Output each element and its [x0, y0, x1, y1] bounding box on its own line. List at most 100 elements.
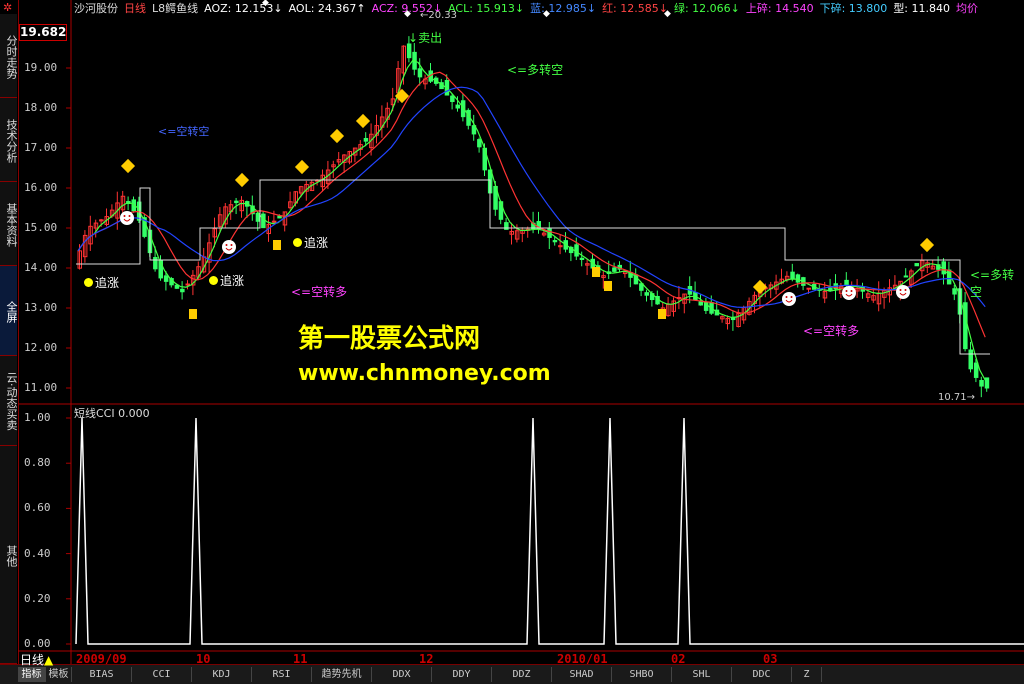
warning-icon [189, 309, 197, 319]
candle-body [180, 288, 185, 293]
smiley-eye [785, 296, 788, 298]
yellow-dot-icon [84, 278, 93, 287]
indicator-tab-10[interactable]: SHAD [552, 667, 612, 682]
indicator-tab-3[interactable]: CCI [132, 667, 192, 682]
candle-body [417, 68, 423, 78]
indicator-tab-2[interactable]: BIAS [72, 667, 132, 682]
diamond-signal-icon [329, 128, 345, 144]
y-tick-label: 17.00 [24, 141, 58, 154]
indicator-tab-6[interactable]: 趋势先机 [312, 667, 372, 682]
candle-body [612, 267, 617, 272]
indicator-tab-13[interactable]: DDC [732, 667, 792, 682]
sub-y-tick-label: 0.20 [24, 591, 51, 605]
yellow-dot-icon [293, 238, 302, 247]
sub-y-tick-label: 0.60 [24, 501, 51, 515]
indicator-tab-0[interactable]: 指标 [18, 667, 46, 682]
y-tick-label: 11.00 [24, 381, 58, 394]
candle-body [952, 288, 957, 295]
sub-y-tick-label: 0.40 [24, 546, 51, 560]
diamond-signal-icon [120, 158, 136, 174]
candle-body [968, 349, 973, 370]
sub-indicator-name: 短线CCI [74, 407, 115, 420]
indicator-tab-4[interactable]: KDJ [192, 667, 252, 682]
diamond-signal-icon [234, 172, 250, 188]
candle-body [477, 139, 482, 148]
candle-body [406, 43, 412, 59]
annotation-kong-duo-2: <=空转多 [803, 324, 860, 338]
y-tick-label: 18.00 [24, 101, 58, 114]
candle-body [261, 213, 266, 229]
warning-icon [658, 309, 666, 319]
low-price-value: 10.71 [938, 392, 967, 403]
y-tick-label: 14.00 [24, 261, 58, 274]
y-tick-label: 16.00 [24, 181, 58, 194]
candle-body [455, 104, 460, 109]
smiley-eye [790, 296, 793, 298]
smiley-eye [899, 289, 902, 291]
signal-label: 追涨 [220, 274, 245, 288]
period-selector[interactable]: 日线▲ [20, 651, 53, 668]
candle-body [903, 275, 909, 278]
indicator-tab-5[interactable]: RSI [252, 667, 312, 682]
candle-body [574, 244, 579, 257]
indicator-tab-12[interactable]: SHL [672, 667, 732, 682]
star-icon: ◆ [404, 9, 411, 19]
cci-line [75, 417, 1024, 645]
annotation-duo-kong-1: <=多转空 [507, 63, 564, 77]
signal-label: 追涨 [95, 276, 120, 290]
candle-body [914, 263, 919, 267]
high-price-label: ←20.33 [420, 10, 458, 21]
signal-label: 追涨 [304, 236, 329, 250]
smiley-eye [845, 290, 848, 292]
candle-body [163, 275, 169, 282]
candle-body [579, 257, 585, 260]
signal-label: 卖出 [418, 31, 443, 45]
smiley-icon [842, 286, 856, 300]
indicator-tab-8[interactable]: DDY [432, 667, 492, 682]
candle-body [984, 377, 990, 389]
warning-icon [592, 267, 600, 277]
period-selector-label: 日线 [20, 653, 45, 667]
diamond-signal-icon [355, 113, 371, 129]
smiley-icon [222, 240, 236, 254]
kline-chart[interactable]: ◆ ◆ ◆ ◆ [0, 0, 1024, 664]
watermark-url: www.chnmoney.com [298, 361, 551, 386]
candle-body [552, 240, 558, 243]
signal-chase-3: 追涨 [293, 234, 328, 251]
candle-body [698, 301, 703, 306]
candle-body [363, 137, 369, 142]
star-icon: ◆ [262, 0, 269, 8]
smiley-eye [225, 244, 228, 246]
smiley-eye [904, 289, 907, 291]
annotation-duo-kong-2: <=多转空 [970, 268, 1015, 299]
sub-y-tick-label: 0.00 [24, 637, 51, 650]
candle-body [973, 362, 979, 378]
candle-body [730, 317, 736, 321]
sub-indicator-value: 0.000 [118, 407, 150, 420]
candle-body [844, 279, 849, 285]
candle-body [277, 215, 282, 219]
warning-icon [604, 281, 612, 291]
annotation-kong-kong: <=空转空 [158, 125, 210, 138]
signal-chase-2: 追涨 [209, 272, 244, 289]
indicator-tab-9[interactable]: DDZ [492, 667, 552, 682]
candle-body [963, 302, 968, 350]
smiley-eye [123, 215, 126, 217]
yellow-dot-icon [209, 276, 218, 285]
high-price-value: 20.33 [428, 10, 458, 21]
indicator-tab-11[interactable]: SHBO [612, 667, 672, 682]
indicator-tab-1[interactable]: 模板 [46, 667, 72, 682]
candle-body [450, 95, 455, 103]
candle-body [790, 271, 795, 280]
annotation-kong-duo-1: <=空转多 [291, 285, 348, 299]
indicator-tab-14[interactable]: Z [792, 667, 822, 682]
sub-chart-title: 短线CCI 0.000 [74, 405, 150, 421]
indicator-tab-bar: 日线▲ 指标 模板 BIAS CCI KDJ RSI 趋势先机 DDX DDY DDZ SHAD SH… [0, 653, 1024, 684]
y-tick-label: 15.00 [24, 221, 58, 234]
sub-y-tick-label: 1.00 [24, 411, 51, 424]
candle-body [644, 292, 649, 296]
star-icon: ◆ [543, 9, 550, 19]
indicator-tab-7[interactable]: DDX [372, 667, 432, 682]
watermark-title: 第一股票公式网 [298, 324, 481, 354]
candle-body [979, 379, 984, 387]
